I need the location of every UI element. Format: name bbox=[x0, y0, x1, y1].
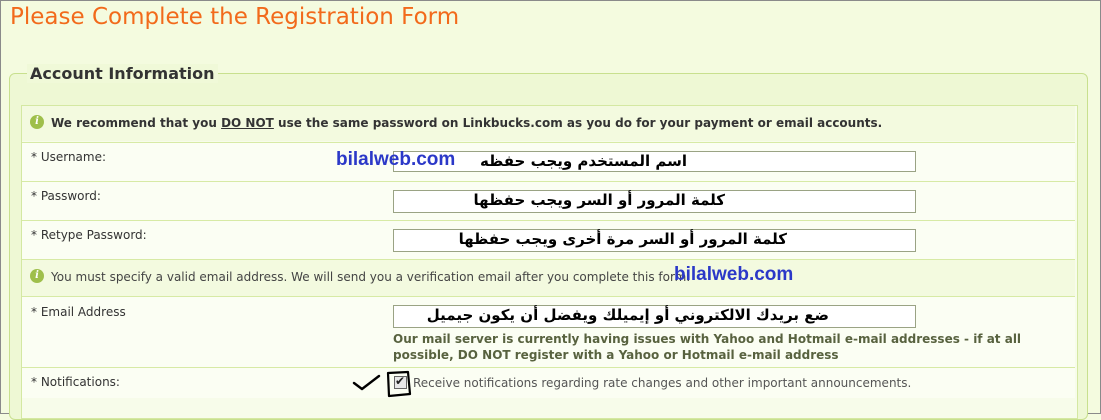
username-label: * Username: bbox=[31, 150, 107, 164]
password-field[interactable]: كلمة المرور أو السر ويجب حفظها bbox=[393, 190, 916, 213]
retype-password-row: * Retype Password: كلمة المرور أو السر م… bbox=[22, 220, 1075, 259]
hand-drawn-check-annotation bbox=[352, 370, 412, 398]
notifications-label: * Notifications: bbox=[31, 375, 120, 389]
email-server-note: Our mail server is currently having issu… bbox=[393, 332, 1022, 362]
password-label: * Password: bbox=[31, 189, 101, 203]
watermark-text: bilalweb.com bbox=[336, 149, 456, 170]
email-field[interactable]: ضع بريدك الالكتروني أو إيميلك ويفضل أن ي… bbox=[393, 305, 916, 328]
watermark-text: bilalweb.com bbox=[674, 264, 794, 285]
password-notice-suffix: use the same password on Linkbucks.com a… bbox=[273, 116, 883, 130]
email-value: ضع بريدك الالكتروني أو إيميلك ويفضل أن ي… bbox=[426, 306, 829, 324]
username-value: اسم المستخدم ويجب حفظه bbox=[480, 152, 687, 170]
password-notice-text: We recommend that you DO NOT use the sam… bbox=[51, 116, 882, 130]
info-icon: i bbox=[30, 269, 44, 283]
retype-password-field[interactable]: كلمة المرور أو السر مرة أخرى ويجب حفظها bbox=[393, 229, 916, 252]
email-notice-text: You must specify a valid email address. … bbox=[51, 270, 691, 284]
password-notice-prefix: We recommend that you bbox=[51, 116, 222, 130]
password-notice-emphasis: DO NOT bbox=[221, 116, 274, 130]
info-icon: i bbox=[30, 115, 44, 129]
section-legend: Account Information bbox=[27, 64, 218, 83]
password-row: * Password: كلمة المرور أو السر ويجب حفظ… bbox=[22, 181, 1075, 220]
page-title: Please Complete the Registration Form bbox=[10, 4, 460, 30]
notifications-row: * Notifications: ✔ Receive notifications… bbox=[22, 367, 1075, 398]
notifications-checkbox-label: Receive notifications regarding rate cha… bbox=[413, 376, 912, 390]
username-row: * Username: اسم المستخدم ويجب حفظه bbox=[22, 142, 1075, 181]
retype-password-label: * Retype Password: bbox=[31, 228, 147, 242]
retype-password-value: كلمة المرور أو السر مرة أخرى ويجب حفظها bbox=[458, 230, 787, 248]
email-label: * Email Address bbox=[31, 305, 126, 319]
email-row: * Email Address ضع بريدك الالكتروني أو إ… bbox=[22, 296, 1075, 367]
password-value: كلمة المرور أو السر ويجب حفظها bbox=[473, 191, 725, 209]
username-field[interactable]: اسم المستخدم ويجب حفظه bbox=[393, 151, 916, 172]
password-notice-row: i We recommend that you DO NOT use the s… bbox=[22, 106, 1075, 141]
email-notice-row: i You must specify a valid email address… bbox=[22, 259, 1075, 296]
